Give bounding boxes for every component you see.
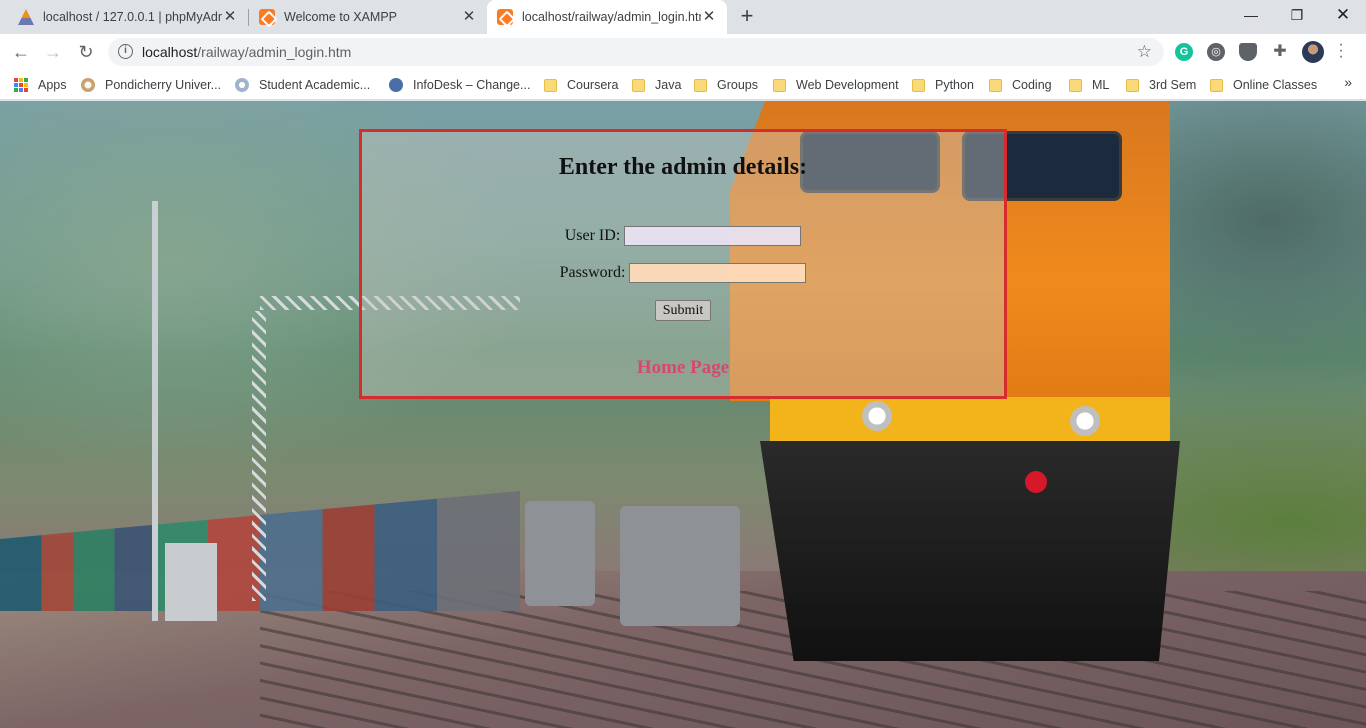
locomotive-stripe — [770, 397, 1170, 447]
bookmark-coding[interactable]: Coding — [989, 74, 1052, 96]
grammarly-icon[interactable]: G — [1175, 43, 1193, 61]
locomotive-undercarriage — [760, 441, 1180, 661]
wheel-bogie — [620, 506, 740, 626]
tab-admin-login[interactable]: localhost/railway/admin_login.htm ✕ — [487, 0, 727, 34]
equipment-box — [165, 543, 217, 621]
folder-icon — [1126, 78, 1139, 92]
close-window-button[interactable]: ✕ — [1320, 0, 1366, 30]
folder-icon — [773, 78, 786, 92]
minimize-button[interactable]: — — [1228, 0, 1274, 30]
userid-label: User ID: — [564, 227, 621, 244]
folder-icon — [1210, 78, 1223, 92]
shield-icon[interactable] — [1239, 43, 1257, 61]
admin-login-form: Enter the admin details: User ID: Passwo… — [359, 129, 1007, 399]
headlight — [862, 401, 892, 431]
url-host: localhost — [142, 44, 198, 60]
bookmark-label: Java — [655, 78, 682, 92]
back-button[interactable]: ← — [9, 40, 33, 64]
wheel-bogie — [525, 501, 595, 606]
page-viewport: Enter the admin details: User ID: Passwo… — [0, 101, 1366, 728]
bookmark-java[interactable]: Java — [632, 74, 681, 96]
bookmark-label: Coding — [1012, 78, 1052, 92]
tab-title: localhost/railway/admin_login.htm — [522, 10, 701, 24]
bookmark-apps[interactable]: Apps — [14, 74, 67, 96]
tab-title: Welcome to XAMPP — [284, 10, 398, 24]
bookmark-label: Pondicherry Univer... — [105, 78, 222, 92]
folder-icon — [544, 78, 557, 92]
menu-icon[interactable]: · · · — [1336, 37, 1346, 65]
marker-light — [1025, 471, 1047, 493]
url-path: /railway/admin_login.htm — [197, 44, 352, 60]
bookmark-infodesk[interactable]: InfoDesk – Change... — [389, 74, 530, 96]
bookmark-3rd-sem[interactable]: 3rd Sem — [1126, 74, 1196, 96]
submit-button[interactable]: Submit — [654, 300, 712, 321]
close-icon[interactable]: ✕ — [461, 9, 477, 25]
browser-toolbar: ← → ↻ i localhost/railway/admin_login.ht… — [0, 34, 1366, 70]
xampp-icon — [497, 9, 513, 25]
bookmark-label: InfoDesk – Change... — [413, 78, 531, 92]
tab-xampp-welcome[interactable]: Welcome to XAMPP ✕ — [249, 0, 487, 34]
forward-button[interactable]: → — [41, 40, 65, 64]
password-row: Password: — [362, 263, 1004, 283]
url-text[interactable]: localhost/railway/admin_login.htm — [142, 38, 351, 66]
bookmark-ml[interactable]: ML — [1069, 74, 1109, 96]
folder-icon — [989, 78, 1002, 92]
close-icon[interactable]: ✕ — [701, 9, 717, 25]
bookmark-label: Coursera — [567, 78, 619, 92]
folder-icon — [912, 78, 925, 92]
home-page-link[interactable]: Home Page — [362, 357, 1004, 379]
userid-input[interactable] — [624, 226, 802, 246]
infodesk-icon — [389, 78, 403, 92]
more-bookmarks-button[interactable]: » — [1344, 74, 1352, 90]
bookmark-pondicherry[interactable]: Pondicherry Univer... — [81, 74, 221, 96]
phpmyadmin-icon — [18, 9, 34, 25]
xampp-icon — [259, 9, 275, 25]
avatar[interactable] — [1302, 41, 1324, 63]
password-label: Password: — [559, 264, 626, 281]
tab-title: localhost / 127.0.0.1 | phpMyAdmin — [43, 10, 222, 24]
close-icon[interactable]: ✕ — [222, 9, 238, 25]
bookmark-online-classes[interactable]: Online Classes — [1210, 74, 1317, 96]
headlight — [1070, 406, 1100, 436]
student-portal-icon — [235, 78, 249, 92]
bookmark-label: Apps — [38, 78, 67, 92]
bookmark-star-icon[interactable]: ☆ — [1137, 42, 1152, 62]
bookmark-label: Python — [935, 78, 974, 92]
info-icon[interactable]: i — [118, 44, 133, 59]
bookmark-student-academic[interactable]: Student Academic... — [235, 74, 370, 96]
bookmark-label: Web Development — [796, 78, 899, 92]
userid-row: User ID: — [362, 226, 1004, 246]
page-title: Enter the admin details: — [558, 154, 808, 180]
bookmark-coursera[interactable]: Coursera — [544, 74, 618, 96]
folder-icon — [694, 78, 707, 92]
extension-icon[interactable]: ◎ — [1207, 43, 1225, 61]
address-bar[interactable]: i localhost/railway/admin_login.htm ☆ — [108, 38, 1164, 66]
folder-icon — [632, 78, 645, 92]
bookmark-label: 3rd Sem — [1149, 78, 1197, 92]
bookmark-python[interactable]: Python — [912, 74, 974, 96]
signal-tower — [252, 311, 266, 601]
bookmark-label: Groups — [717, 78, 758, 92]
new-tab-button[interactable]: + — [736, 5, 758, 28]
tab-phpmyadmin[interactable]: localhost / 127.0.0.1 | phpMyAdmin ✕ — [8, 0, 248, 34]
bookmark-label: ML — [1092, 78, 1110, 92]
bookmark-label: Online Classes — [1233, 78, 1318, 92]
apps-grid-icon — [14, 78, 28, 92]
bookmarks-bar: Apps Pondicherry Univer... Student Acade… — [0, 70, 1366, 100]
password-input[interactable] — [629, 263, 807, 283]
signal-pole — [152, 201, 158, 621]
restore-button[interactable]: ❐ — [1274, 0, 1320, 30]
reload-button[interactable]: ↻ — [74, 40, 98, 64]
university-seal-icon — [81, 78, 95, 92]
submit-row: Submit — [362, 300, 1004, 321]
tab-strip: localhost / 127.0.0.1 | phpMyAdmin ✕ Wel… — [0, 0, 1366, 34]
bookmark-label: Student Academic... — [259, 78, 371, 92]
bookmark-web-development[interactable]: Web Development — [773, 74, 899, 96]
puzzle-icon[interactable]: ✚ — [1271, 43, 1289, 61]
folder-icon — [1069, 78, 1082, 92]
bookmark-groups[interactable]: Groups — [694, 74, 758, 96]
